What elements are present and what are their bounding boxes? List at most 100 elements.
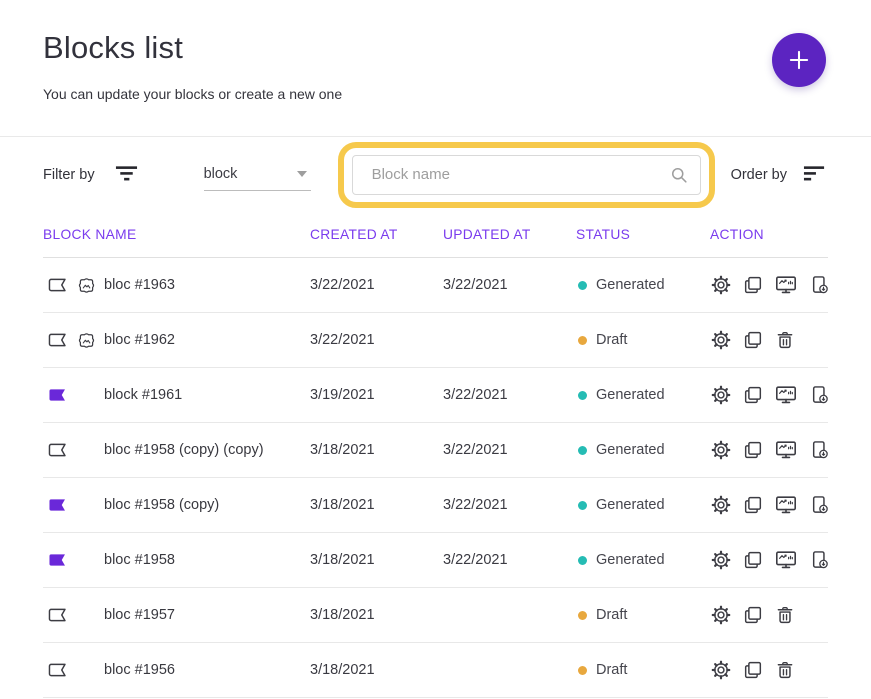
duplicate-icon[interactable] xyxy=(742,329,764,351)
duplicate-icon[interactable] xyxy=(742,384,764,406)
stamp-icon xyxy=(76,440,100,461)
flag-icon xyxy=(47,439,73,461)
status-cell: Generated xyxy=(576,497,710,513)
status-cell: Generated xyxy=(576,552,710,568)
block-name-search-input[interactable] xyxy=(352,155,701,195)
status-dot xyxy=(578,611,587,620)
delete-icon[interactable] xyxy=(774,659,796,681)
col-created-at: CREATED AT xyxy=(310,227,443,242)
filter-button[interactable] xyxy=(115,166,138,183)
action-cell xyxy=(710,659,828,681)
status-cell: Generated xyxy=(576,442,710,458)
block-name: block #1961 xyxy=(104,387,182,403)
table-row: bloc #1958 (copy) 3/18/2021 3/22/2021 Ge… xyxy=(43,478,828,533)
settings-icon[interactable] xyxy=(710,439,732,461)
delete-icon[interactable] xyxy=(774,604,796,626)
page-subtitle: You can update your blocks or create a n… xyxy=(43,86,828,102)
display-icon[interactable] xyxy=(774,493,798,517)
created-at: 3/18/2021 xyxy=(310,497,443,513)
updated-at: 3/22/2021 xyxy=(443,442,576,458)
status-label: Generated xyxy=(596,552,665,568)
status-dot xyxy=(578,446,587,455)
delete-icon[interactable] xyxy=(774,329,796,351)
created-at: 3/18/2021 xyxy=(310,662,443,678)
duplicate-icon[interactable] xyxy=(742,659,764,681)
duplicate-icon[interactable] xyxy=(742,604,764,626)
settings-icon[interactable] xyxy=(710,274,732,296)
blocks-table: BLOCK NAME CREATED AT UPDATED AT STATUS … xyxy=(0,212,871,698)
plus-icon xyxy=(786,47,812,73)
flag-icon xyxy=(47,329,73,351)
block-name: bloc #1958 (copy) xyxy=(104,497,219,513)
stamp-icon xyxy=(76,495,100,516)
created-at: 3/22/2021 xyxy=(310,332,443,348)
status-label: Draft xyxy=(596,607,627,623)
status-label: Generated xyxy=(596,497,665,513)
search-field xyxy=(352,155,701,195)
add-block-button[interactable] xyxy=(772,33,826,87)
download-icon[interactable] xyxy=(808,274,830,296)
status-label: Generated xyxy=(596,277,665,293)
filter-by-label: Filter by xyxy=(43,167,95,183)
stamp-icon xyxy=(76,660,100,681)
action-cell xyxy=(710,548,830,572)
download-icon[interactable] xyxy=(808,549,830,571)
updated-at: 3/22/2021 xyxy=(443,277,576,293)
duplicate-icon[interactable] xyxy=(742,549,764,571)
updated-at: 3/22/2021 xyxy=(443,497,576,513)
action-cell xyxy=(710,329,828,351)
status-dot xyxy=(578,391,587,400)
created-at: 3/19/2021 xyxy=(310,387,443,403)
action-cell xyxy=(710,438,830,462)
status-label: Draft xyxy=(596,662,627,678)
flag-icon xyxy=(47,604,73,626)
display-icon[interactable] xyxy=(774,383,798,407)
page-header: Blocks list You can update your blocks o… xyxy=(0,0,871,137)
status-dot xyxy=(578,501,587,510)
download-icon[interactable] xyxy=(808,439,830,461)
filter-field-select[interactable]: block xyxy=(204,159,311,191)
filter-by-group: Filter by xyxy=(43,166,138,183)
status-label: Draft xyxy=(596,332,627,348)
table-row: bloc #1957 3/18/2021 Draft xyxy=(43,588,828,643)
sort-lines-icon xyxy=(803,166,826,183)
duplicate-icon[interactable] xyxy=(742,274,764,296)
flag-icon xyxy=(47,384,73,406)
action-cell xyxy=(710,273,830,297)
status-cell: Generated xyxy=(576,387,710,403)
display-icon[interactable] xyxy=(774,438,798,462)
download-icon[interactable] xyxy=(808,494,830,516)
block-name: bloc #1962 xyxy=(104,332,175,348)
settings-icon[interactable] xyxy=(710,549,732,571)
settings-icon[interactable] xyxy=(710,659,732,681)
table-header-row: BLOCK NAME CREATED AT UPDATED AT STATUS … xyxy=(43,212,828,258)
table-row: bloc #1956 3/18/2021 Draft xyxy=(43,643,828,698)
table-row: block #1961 3/19/2021 3/22/2021 Generate… xyxy=(43,368,828,423)
stamp-icon xyxy=(76,605,100,626)
settings-icon[interactable] xyxy=(710,384,732,406)
status-cell: Draft xyxy=(576,607,710,623)
created-at: 3/18/2021 xyxy=(310,607,443,623)
status-cell: Draft xyxy=(576,662,710,678)
status-label: Generated xyxy=(596,442,665,458)
settings-icon[interactable] xyxy=(710,329,732,351)
table-row: bloc #1962 3/22/2021 Draft xyxy=(43,313,828,368)
flag-icon xyxy=(47,494,73,516)
created-at: 3/18/2021 xyxy=(310,552,443,568)
download-icon[interactable] xyxy=(808,384,830,406)
stamp-icon xyxy=(76,275,100,296)
col-action: ACTION xyxy=(710,227,828,242)
flag-icon xyxy=(47,549,73,571)
block-name: bloc #1958 xyxy=(104,552,175,568)
display-icon[interactable] xyxy=(774,273,798,297)
flag-icon xyxy=(47,659,73,681)
display-icon[interactable] xyxy=(774,548,798,572)
status-dot xyxy=(578,281,587,290)
settings-icon[interactable] xyxy=(710,604,732,626)
filter-field-value: block xyxy=(204,166,238,182)
duplicate-icon[interactable] xyxy=(742,439,764,461)
filter-bar: Filter by block Order by xyxy=(0,137,871,212)
sort-button[interactable] xyxy=(803,166,826,183)
settings-icon[interactable] xyxy=(710,494,732,516)
duplicate-icon[interactable] xyxy=(742,494,764,516)
